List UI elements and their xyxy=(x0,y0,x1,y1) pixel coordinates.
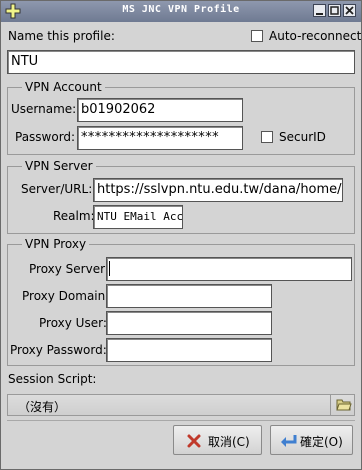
ok-return-arrow-icon xyxy=(281,435,297,447)
proxy-server-input[interactable] xyxy=(106,257,352,281)
session-script-chooser[interactable]: （沒有） xyxy=(7,394,355,416)
server-url-input[interactable]: https://sslvpn.ntu.edu.tw/dana/home/inde… xyxy=(93,178,343,202)
vpn-account-group-label: VPN Account xyxy=(22,80,105,94)
server-url-label: Server/URL: xyxy=(21,182,93,196)
securid-checkbox[interactable] xyxy=(261,131,273,143)
profile-name-label: Name this profile: xyxy=(8,29,115,43)
password-label: Password: xyxy=(15,130,76,144)
cancel-button[interactable]: 取消(C) xyxy=(173,425,262,455)
proxy-password-label: Proxy Password: xyxy=(10,343,107,357)
close-button[interactable] xyxy=(343,4,356,17)
vpn-profile-window: MS JNC VPN Profile Name this profile: Au… xyxy=(0,0,362,470)
password-input[interactable]: ******************** xyxy=(77,126,243,150)
auto-reconnect-checkbox[interactable] xyxy=(251,30,263,42)
vpn-server-group-label: VPN Server xyxy=(22,159,96,173)
minimize-icon xyxy=(316,13,323,15)
vpn-proxy-group-label: VPN Proxy xyxy=(22,237,90,251)
ok-button-label: 確定(O) xyxy=(300,435,343,449)
proxy-user-input[interactable] xyxy=(106,311,272,335)
proxy-domain-input[interactable] xyxy=(106,284,272,308)
window-title: MS JNC VPN Profile xyxy=(122,4,240,15)
proxy-server-label: Proxy Server: xyxy=(29,262,109,276)
ok-button[interactable]: 確定(O) xyxy=(270,425,353,455)
realm-label: Realm: xyxy=(53,209,95,223)
chooser-divider xyxy=(330,395,331,415)
close-icon xyxy=(345,6,354,15)
minimize-button[interactable] xyxy=(313,4,326,17)
cancel-button-label: 取消(C) xyxy=(208,435,250,449)
proxy-domain-label: Proxy Domain: xyxy=(22,289,110,303)
footer-separator xyxy=(7,420,355,421)
username-input[interactable]: b01902062 xyxy=(77,98,243,122)
title-bar[interactable]: MS JNC VPN Profile xyxy=(1,1,361,22)
profile-name-input[interactable]: NTU xyxy=(7,50,355,74)
session-script-label: Session Script: xyxy=(8,372,97,386)
realm-input[interactable]: NTU EMail Account xyxy=(93,205,183,229)
proxy-password-input[interactable] xyxy=(106,338,272,362)
proxy-user-label: Proxy User: xyxy=(39,316,107,330)
folder-open-icon[interactable] xyxy=(336,398,352,412)
auto-reconnect-label[interactable]: Auto-reconnect xyxy=(269,29,361,43)
text-cursor xyxy=(109,261,110,276)
maximize-icon xyxy=(330,6,339,15)
username-label: Username: xyxy=(11,102,77,116)
session-script-value: （沒有） xyxy=(18,400,67,414)
securid-label[interactable]: SecurID xyxy=(279,130,326,144)
maximize-button[interactable] xyxy=(328,4,341,17)
cancel-x-icon xyxy=(187,434,201,448)
